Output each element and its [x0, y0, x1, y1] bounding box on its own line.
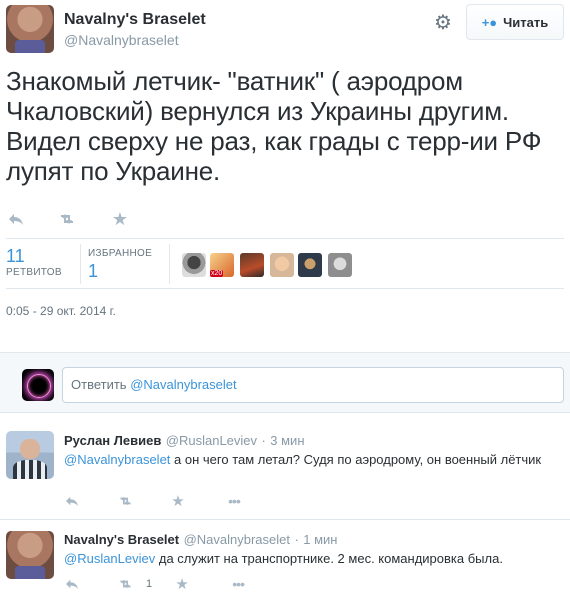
reply-icon[interactable]	[6, 212, 26, 226]
reply-header: Navalny's Braselet @Navalnybraselet · 1 …	[64, 531, 337, 549]
retweet-icon[interactable]	[116, 495, 134, 507]
reply-separator: ·	[294, 532, 299, 547]
favoriter-avatar[interactable]	[240, 253, 264, 277]
author-avatar[interactable]	[6, 5, 54, 53]
favoriter-avatar[interactable]	[298, 253, 322, 277]
reply-mention: @Navalnybraselet	[130, 377, 237, 392]
reply-body: да служит на транспортнике. 2 мес. коман…	[155, 551, 503, 566]
reply-author-handle[interactable]: @Navalnybraselet	[184, 532, 290, 547]
favoriter-avatar[interactable]	[270, 253, 294, 277]
tweet-text: Знакомый летчик- "ватник" ( аэродром Чка…	[6, 66, 542, 186]
favoriter-badge: x20	[210, 270, 224, 277]
reply-icon[interactable]	[64, 578, 80, 590]
reply-mention[interactable]: @RuslanLeviev	[64, 551, 155, 566]
follow-button[interactable]: +● Читать	[466, 4, 564, 40]
reply-body: а он чего там летал? Судя по аэродрому, …	[170, 452, 542, 467]
reply-header: Руслан Левиев @RuslanLeviev · 3 мин	[64, 432, 305, 450]
author-name[interactable]: Navalny's Braselet	[64, 11, 206, 29]
add-user-icon: +●	[481, 14, 498, 30]
reply-author-name[interactable]: Navalny's Braselet	[64, 532, 179, 547]
retweet-icon[interactable]	[56, 212, 78, 226]
retweets-label: РЕТВИТОВ	[6, 267, 62, 278]
stat-separator	[80, 244, 81, 284]
favoriter-avatar[interactable]	[328, 253, 352, 277]
favoriter-avatar[interactable]: x20	[210, 253, 234, 277]
more-icon[interactable]: •••	[228, 576, 248, 592]
reply-input[interactable]: Ответить @Navalnybraselet	[62, 367, 564, 403]
divider	[0, 412, 570, 413]
more-icon[interactable]: •••	[224, 493, 244, 509]
reply-label: Ответить	[71, 377, 127, 392]
reply-author-name[interactable]: Руслан Левиев	[64, 433, 161, 448]
reply-avatar[interactable]	[6, 531, 54, 579]
reply-avatar[interactable]	[6, 431, 54, 479]
divider	[6, 288, 564, 289]
favorites-count[interactable]: 1	[88, 261, 98, 282]
star-icon[interactable]: ★	[174, 575, 190, 593]
tweet-timestamp[interactable]: 0:05 - 29 окт. 2014 г.	[6, 304, 116, 318]
current-user-avatar	[22, 369, 54, 401]
star-icon[interactable]: ★	[110, 209, 130, 230]
reply-actions: ★ •••	[64, 492, 244, 510]
author-handle[interactable]: @Navalnybraselet	[64, 32, 179, 48]
reply-text: @RuslanLeviev да служит на транспортнике…	[64, 549, 554, 568]
favorites-label: ИЗБРАННОЕ	[88, 248, 153, 259]
divider	[6, 238, 564, 239]
retweet-icon[interactable]	[116, 578, 134, 590]
retweets-count[interactable]: 11	[6, 246, 25, 267]
reply-mention[interactable]: @Navalnybraselet	[64, 452, 170, 467]
stat-separator	[169, 244, 170, 284]
reply-actions: 1 ★ •••	[64, 575, 248, 593]
reply-author-handle[interactable]: @RuslanLeviev	[166, 433, 257, 448]
favoriter-avatar[interactable]	[182, 253, 206, 277]
divider	[0, 519, 570, 520]
reply-time[interactable]: 3 мин	[270, 433, 304, 448]
reply-time[interactable]: 1 мин	[303, 532, 337, 547]
reply-separator: ·	[261, 433, 266, 448]
follow-label: Читать	[503, 14, 549, 30]
star-icon[interactable]: ★	[170, 492, 186, 510]
retweet-count: 1	[146, 578, 153, 590]
reply-text: @Navalnybraselet а он чего там летал? Су…	[64, 450, 544, 469]
tweet-actions: ★	[6, 208, 130, 230]
gear-icon[interactable]: ⚙	[432, 12, 454, 34]
reply-icon[interactable]	[64, 495, 80, 507]
